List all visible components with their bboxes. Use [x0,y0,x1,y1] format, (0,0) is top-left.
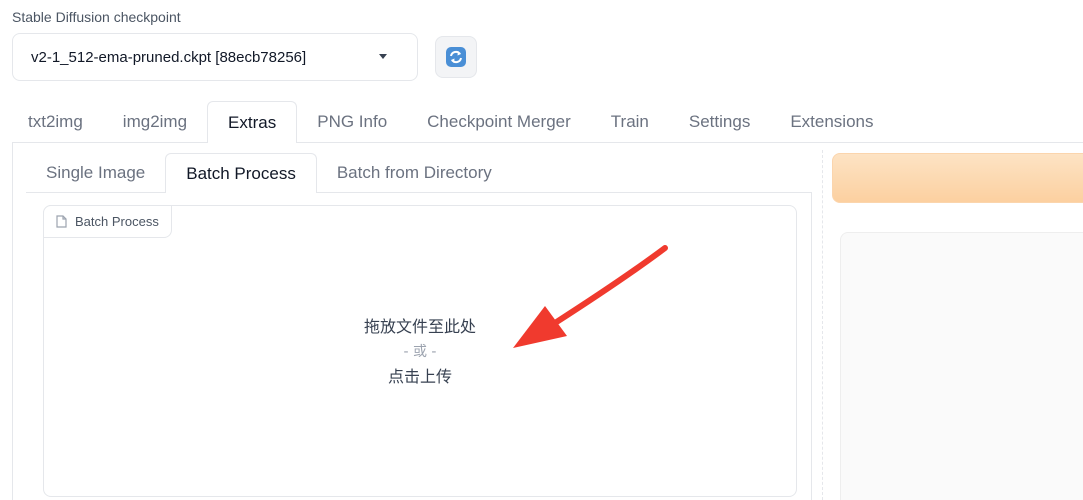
batch-process-label-text: Batch Process [75,214,159,229]
chevron-down-icon [379,54,387,59]
tab-single-image[interactable]: Single Image [26,153,165,193]
checkpoint-selected-value: v2-1_512-ema-pruned.ckpt [88ecb78256] [31,48,307,66]
tab-settings[interactable]: Settings [669,101,770,143]
batch-upload-dropzone[interactable]: Batch Process 拖放文件至此处 - 或 - 点击上传 [43,205,797,497]
dropzone-instructions: 拖放文件至此处 - 或 - 点击上传 [44,314,796,390]
tab-extensions[interactable]: Extensions [770,101,893,143]
tab-extras[interactable]: Extras [207,101,298,143]
red-arrow-annotation [513,245,668,348]
batch-process-label: Batch Process [43,205,172,238]
tab-png-info[interactable]: PNG Info [297,101,407,143]
drop-files-text: 拖放文件至此处 [363,317,476,336]
extras-panel-right-border [811,192,812,500]
column-divider [822,150,823,500]
checkpoint-label: Stable Diffusion checkpoint [12,9,181,25]
refresh-checkpoint-button[interactable] [435,36,477,78]
or-separator-text: - 或 - [403,344,437,360]
tab-img2img[interactable]: img2img [103,101,207,143]
tab-batch-from-directory[interactable]: Batch from Directory [317,153,512,193]
tab-checkpoint-merger[interactable]: Checkpoint Merger [407,101,591,143]
click-upload-text[interactable]: 点击上传 [44,364,796,390]
refresh-icon [446,47,466,67]
output-gallery [840,232,1083,500]
checkpoint-dropdown[interactable]: v2-1_512-ema-pruned.ckpt [88ecb78256] [12,33,418,81]
tab-txt2img[interactable]: txt2img [12,101,103,143]
webui-page: Stable Diffusion checkpoint v2-1_512-ema… [0,0,1083,500]
tab-batch-process[interactable]: Batch Process [165,153,317,193]
tab-train[interactable]: Train [591,101,669,143]
generate-button[interactable] [832,153,1083,203]
main-tab-bar: txt2img img2img Extras PNG Info Checkpoi… [12,101,1083,143]
extras-tab-bar: Single Image Batch Process Batch from Di… [26,153,512,193]
file-icon [56,215,67,228]
